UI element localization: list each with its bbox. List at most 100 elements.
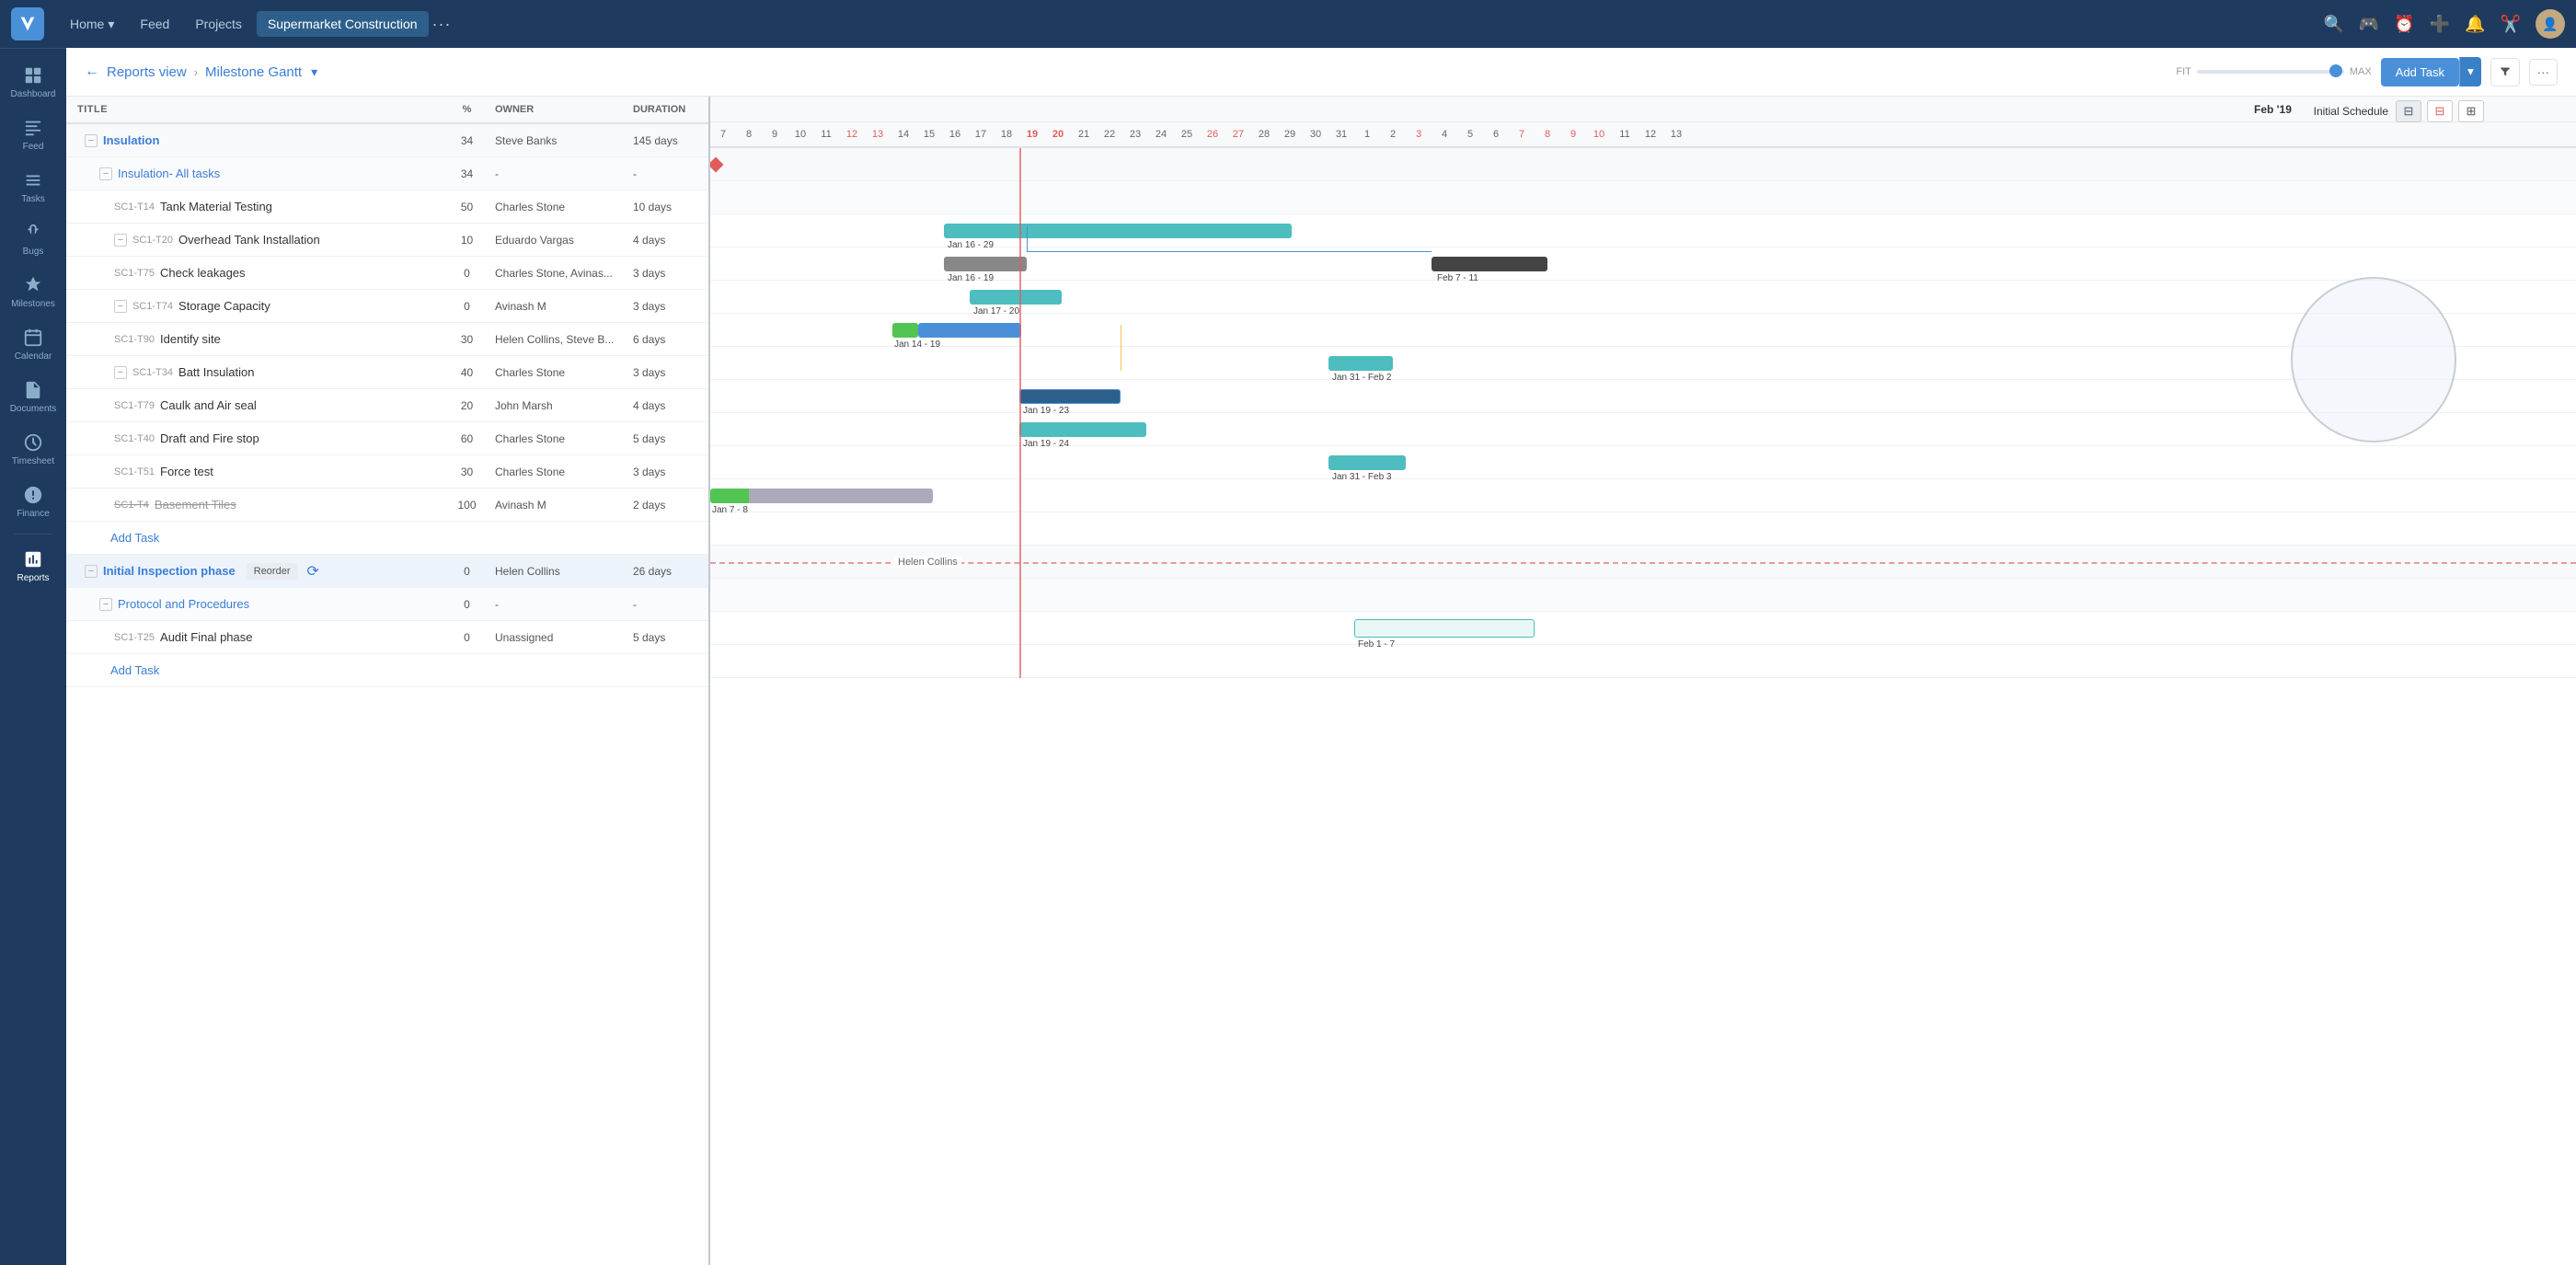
collapse-insulation-all[interactable]: − (99, 167, 112, 180)
add-task-group: Add Task ▾ (2381, 57, 2481, 86)
sidebar-item-dashboard[interactable]: Dashboard (0, 56, 66, 109)
feed-icon (23, 118, 43, 138)
sidebar-item-tasks[interactable]: Tasks (0, 161, 66, 213)
helen-collins-label: Helen Collins (894, 557, 961, 568)
gantt-body: Jan 16 - 29 Jan 16 - 19 Feb 7 - 11 Jan 1… (710, 148, 2576, 678)
subsection-protocol[interactable]: − Protocol and Procedures 0 - - (66, 588, 708, 621)
search-icon[interactable]: 🔍 (2323, 15, 2343, 34)
connector-line-v (1027, 225, 1028, 251)
filter-button[interactable] (2490, 58, 2520, 86)
task-sc1-t75[interactable]: SC1-T75 Check leakages 0 Charles Stone, … (66, 257, 708, 290)
gantt-row-t51: Jan 7 - 8 (710, 479, 2576, 512)
finance-icon (23, 485, 43, 505)
scissors-icon[interactable]: ✂️ (2501, 15, 2521, 34)
add-icon[interactable]: ➕ (2430, 15, 2450, 34)
col-header-owner: OWNER (488, 104, 626, 115)
initial-inspection-title: Initial Inspection phase (103, 564, 236, 578)
section-insulation[interactable]: − Insulation 34 Steve Banks 145 days (66, 124, 708, 157)
collapse-t20[interactable]: − (114, 234, 127, 247)
protocol-title: Protocol and Procedures (118, 597, 249, 611)
bar-t75 (970, 290, 1062, 305)
slider-fit-label: FIT (2176, 66, 2191, 77)
task-sc1-t40[interactable]: SC1-T40 Draft and Fire stop 60 Charles S… (66, 422, 708, 455)
nav-items: Home ▾ Feed Projects Supermarket Constru… (59, 11, 2323, 38)
slider-thumb[interactable] (2329, 64, 2342, 77)
sidebar-item-milestones[interactable]: Milestones (0, 266, 66, 318)
add-task-dropdown-button[interactable]: ▾ (2459, 57, 2481, 86)
sidebar-item-finance[interactable]: Finance (0, 476, 66, 528)
gamepad-icon[interactable]: 🎮 (2359, 15, 2379, 34)
reorder-button[interactable]: Reorder (247, 563, 298, 580)
sidebar-item-timesheet[interactable]: Timesheet (0, 423, 66, 476)
nav-more-dots[interactable]: ··· (432, 15, 452, 34)
sidebar-item-reports[interactable]: Reports (0, 540, 66, 592)
sidebar-item-calendar[interactable]: Calendar (0, 318, 66, 371)
bar-t51-green (710, 489, 749, 503)
nav-item-supermarket[interactable]: Supermarket Construction (257, 11, 429, 37)
collapse-t74[interactable]: − (114, 300, 127, 313)
slider-track[interactable] (2197, 70, 2344, 74)
sidebar-item-bugs[interactable]: Bugs (0, 213, 66, 266)
insulation-duration: 145 days (626, 134, 708, 147)
collapse-initial-inspection[interactable]: − (85, 565, 98, 578)
sidebar-label-reports: Reports (17, 573, 49, 583)
more-options-button[interactable]: ··· (2529, 59, 2558, 86)
print-icon-3[interactable]: ⊞ (2458, 100, 2484, 122)
milestones-icon (23, 275, 43, 295)
print-icon-2[interactable]: ⊟ (2427, 100, 2453, 122)
subsection-insulation-all[interactable]: − Insulation- All tasks 34 - - (66, 157, 708, 190)
task-sc1-t34[interactable]: − SC1-T34 Batt Insulation 40 Charles Sto… (66, 356, 708, 389)
add-task-protocol-link[interactable]: Add Task (99, 658, 170, 683)
task-sc1-t79[interactable]: SC1-T79 Caulk and Air seal 20 John Marsh… (66, 389, 708, 422)
bar-t90 (1328, 356, 1393, 371)
gantt-row-insulation-all (710, 181, 2576, 214)
collapse-protocol[interactable]: − (99, 598, 112, 611)
sidebar-item-feed[interactable]: Feed (0, 109, 66, 161)
app-logo[interactable] (11, 7, 44, 40)
col-header-duration: DURATION (626, 104, 708, 115)
collapse-t34[interactable]: − (114, 366, 127, 379)
task-sc1-t4[interactable]: SC1-T4 Basement Tiles 100 Avinash M 2 da… (66, 489, 708, 522)
current-view-name[interactable]: Milestone Gantt (205, 64, 302, 80)
insulation-all-owner: - (488, 167, 626, 180)
insulation-all-title: Insulation- All tasks (118, 167, 220, 180)
view-dropdown-arrow[interactable]: ▾ (311, 64, 317, 80)
nav-item-feed[interactable]: Feed (129, 11, 180, 37)
col-header-title: TITLE (66, 104, 446, 115)
bell-icon[interactable]: 🔔 (2465, 15, 2485, 34)
bar-t40 (1328, 455, 1406, 470)
task-sc1-t74[interactable]: − SC1-T74 Storage Capacity 0 Avinash M 3… (66, 290, 708, 323)
add-task-insulation-link[interactable]: Add Task (99, 525, 170, 550)
collapse-insulation[interactable]: − (85, 134, 98, 147)
gantt-container: TITLE % OWNER DURATION − Insulation 34 S… (66, 97, 2576, 1265)
user-avatar[interactable]: 👤 (2536, 9, 2565, 39)
milestone-diamond-insulation (710, 156, 723, 172)
clock-icon[interactable]: ⏰ (2394, 15, 2414, 34)
task-sc1-t51[interactable]: SC1-T51 Force test 30 Charles Stone 3 da… (66, 455, 708, 489)
section-initial-inspection[interactable]: − Initial Inspection phase Reorder ⟳ 0 H… (66, 555, 708, 588)
sidebar-label-finance: Finance (17, 509, 50, 519)
sync-icon[interactable]: ⟳ (307, 562, 319, 581)
add-task-button[interactable]: Add Task (2381, 58, 2459, 86)
task-sc1-t90[interactable]: SC1-T90 Identify site 30 Helen Collins, … (66, 323, 708, 356)
print-icon-1[interactable]: ⊟ (2396, 100, 2421, 122)
sidebar-item-documents[interactable]: Documents (0, 371, 66, 423)
top-navigation: Home ▾ Feed Projects Supermarket Constru… (0, 0, 2576, 48)
gantt-row-insulation (710, 148, 2576, 181)
task-sc1-t25[interactable]: SC1-T25 Audit Final phase 0 Unassigned 5… (66, 621, 708, 654)
insulation-pct: 34 (446, 134, 488, 147)
gantt-row-add-task-1 (710, 512, 2576, 546)
zoom-slider[interactable]: FIT MAX (2176, 66, 2371, 77)
sub-header: ← Reports view › Milestone Gantt ▾ FIT M… (66, 48, 2576, 97)
gantt-header: Feb '19 7 8 9 10 11 12 13 (710, 97, 2576, 148)
main-content: ← Reports view › Milestone Gantt ▾ FIT M… (66, 48, 2576, 1265)
gantt-row-t74: Jan 14 - 19 (710, 314, 2576, 347)
breadcrumb-parent[interactable]: Reports view (107, 64, 187, 80)
nav-item-home[interactable]: Home ▾ (59, 11, 125, 38)
bar-t14 (944, 224, 1292, 238)
bar-t79 (1019, 422, 1146, 437)
task-sc1-t14[interactable]: SC1-T14 Tank Material Testing 50 Charles… (66, 190, 708, 224)
task-sc1-t20[interactable]: − SC1-T20 Overhead Tank Installation 10 … (66, 224, 708, 257)
nav-item-projects[interactable]: Projects (184, 11, 253, 37)
back-button[interactable]: ← (85, 63, 99, 80)
